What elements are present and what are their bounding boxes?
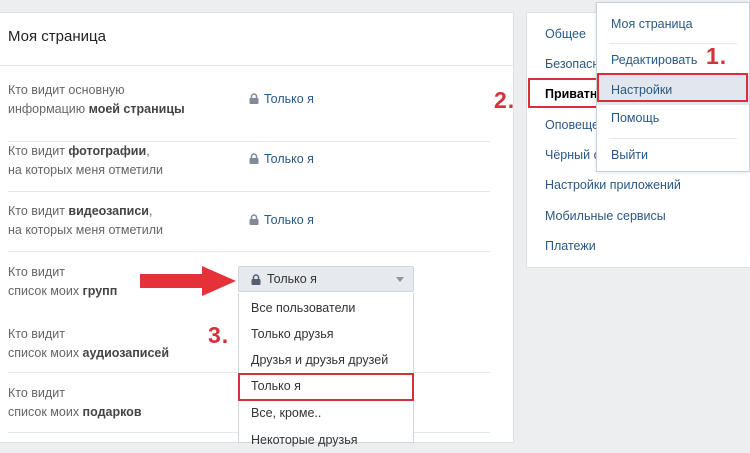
divider xyxy=(0,65,513,66)
privacy-value-main-info[interactable]: Только я xyxy=(249,92,314,106)
option-some-friends[interactable]: Некоторые друзья xyxy=(239,427,413,453)
option-all-users[interactable]: Все пользователи xyxy=(239,295,413,321)
row-label-gifts: Кто видит список моих подарков xyxy=(8,386,142,419)
select-value: Только я xyxy=(267,272,317,286)
highlight-only-me xyxy=(238,373,414,401)
nav-app-settings[interactable]: Настройки приложений xyxy=(545,178,681,192)
nav-payments[interactable]: Платежи xyxy=(545,239,596,253)
row-label-videos: Кто видит видеозаписи, на которых меня о… xyxy=(8,204,164,237)
menu-logout[interactable]: Выйти xyxy=(597,140,749,170)
option-friends-of-friends[interactable]: Друзья и друзья друзей xyxy=(239,347,413,373)
row-label-audio: Кто видит список моих аудиозаписей xyxy=(8,327,170,360)
menu-my-page[interactable]: Моя страница xyxy=(597,9,749,39)
row-label-groups: Кто видит список моих групп xyxy=(8,265,118,298)
step-2-marker: 2. xyxy=(494,87,516,113)
lock-icon xyxy=(249,214,259,225)
groups-privacy-select[interactable]: Только я xyxy=(238,266,414,292)
row-divider xyxy=(8,191,490,192)
highlight-privacy xyxy=(528,78,598,108)
option-friends-only[interactable]: Только друзья xyxy=(239,321,413,347)
step-3-marker: 3. xyxy=(208,322,230,348)
privacy-dropdown: Все пользователи Только друзья Друзья и … xyxy=(238,293,414,447)
lock-icon xyxy=(249,153,259,164)
nav-general[interactable]: Общее xyxy=(545,27,586,41)
row-divider xyxy=(8,251,490,252)
privacy-value-photos[interactable]: Только я xyxy=(249,152,314,166)
nav-security[interactable]: Безопасн xyxy=(545,57,599,71)
highlight-settings xyxy=(597,73,748,102)
lock-icon xyxy=(251,274,261,285)
lock-icon xyxy=(249,93,259,104)
row-label-main-info: Кто видит основную информацию моей стран… xyxy=(8,83,185,116)
row-label-photos: Кто видит фотографии, на которых меня от… xyxy=(8,144,164,177)
menu-help[interactable]: Помощь xyxy=(597,103,749,133)
arrow-right-icon xyxy=(140,266,236,296)
nav-blacklist[interactable]: Чёрный с xyxy=(545,148,600,162)
step-1-marker: 1. xyxy=(706,43,728,69)
privacy-value-videos[interactable]: Только я xyxy=(249,213,314,227)
chevron-down-icon xyxy=(396,277,404,282)
page-title: Моя страница xyxy=(8,28,106,45)
option-all-except[interactable]: Все, кроме.. xyxy=(239,400,413,426)
menu-divider xyxy=(609,138,737,139)
nav-mobile-services[interactable]: Мобильные сервисы xyxy=(545,209,666,223)
